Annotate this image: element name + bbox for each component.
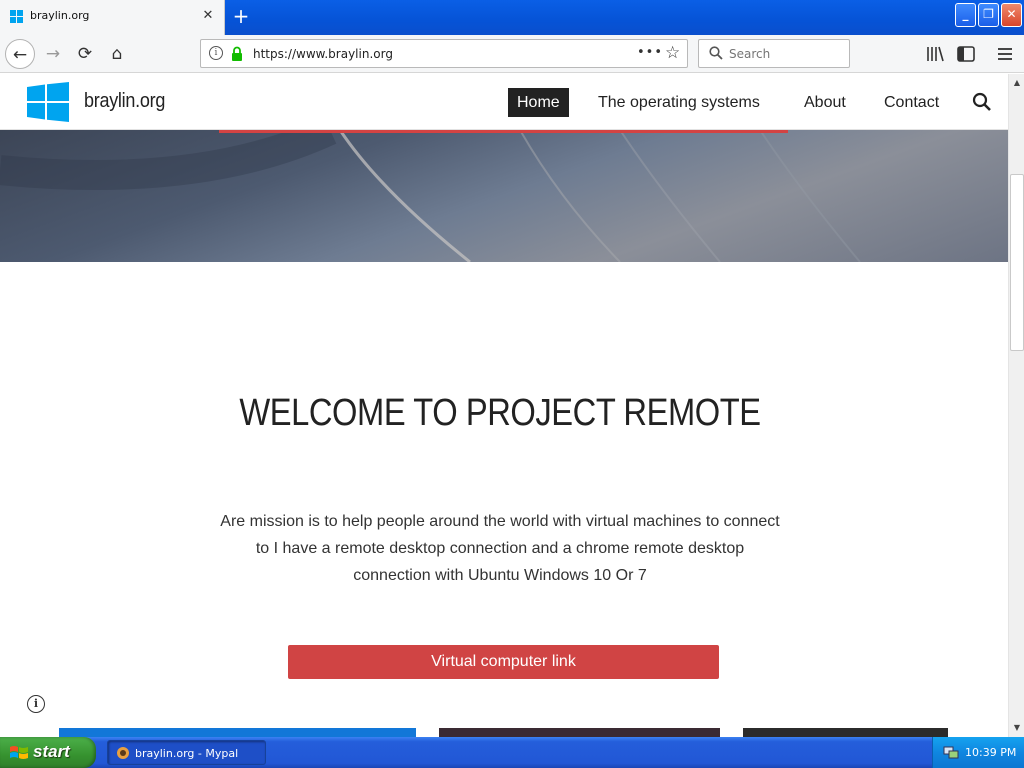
back-button[interactable]: ←: [5, 39, 35, 69]
library-icon[interactable]: [924, 43, 946, 65]
hero-dune-image: [0, 130, 861, 262]
vertical-scrollbar[interactable]: ▲ ▼: [1008, 74, 1024, 737]
tab-braylin[interactable]: braylin.org ✕: [0, 0, 225, 35]
windows-flag-icon: [10, 746, 28, 759]
search-icon: [709, 46, 723, 60]
nav-about[interactable]: About: [795, 88, 855, 117]
nav-operating-systems[interactable]: The operating systems: [589, 88, 769, 117]
taskbar: start braylin.org - Mypal 10:39 PM: [0, 737, 1024, 768]
start-label: start: [33, 742, 70, 761]
hamburger-menu-icon[interactable]: [994, 43, 1016, 65]
bookmark-star-icon[interactable]: ☆: [665, 43, 680, 63]
site-header: braylin.org Home The operating systems A…: [0, 74, 1008, 130]
restore-button[interactable]: ❐: [978, 3, 999, 27]
site-brand[interactable]: braylin.org: [84, 90, 165, 113]
thumbnail-ubuntu[interactable]: [439, 728, 720, 737]
mypal-browser-icon: [117, 747, 129, 759]
tab-close-icon[interactable]: ✕: [199, 7, 217, 25]
window-close-button[interactable]: ✕: [1001, 3, 1022, 27]
taskbar-item-mypal[interactable]: braylin.org - Mypal: [107, 740, 266, 765]
taskbar-item-label: braylin.org - Mypal: [135, 747, 239, 760]
home-button[interactable]: ⌂: [102, 39, 132, 69]
site-info-icon[interactable]: i: [209, 46, 223, 60]
network-icon[interactable]: [943, 745, 959, 760]
system-tray: 10:39 PM: [932, 737, 1024, 768]
search-box[interactable]: [698, 39, 850, 68]
nav-contact[interactable]: Contact: [875, 88, 948, 117]
url-text[interactable]: https://www.braylin.org: [253, 47, 393, 61]
virtual-computer-link-button[interactable]: Virtual computer link: [288, 645, 719, 679]
page-actions-icon[interactable]: •••: [637, 45, 663, 60]
clock[interactable]: 10:39 PM: [965, 746, 1016, 759]
scrollbar-thumb[interactable]: [1010, 174, 1024, 351]
scroll-up-icon[interactable]: ▲: [1011, 76, 1023, 90]
hero-banner: [0, 130, 1008, 262]
url-bar[interactable]: i https://www.braylin.org ••• ☆: [200, 39, 688, 68]
site-search-icon[interactable]: [972, 92, 992, 112]
header-accent-bar: [219, 130, 788, 133]
thumbnail-windows[interactable]: [59, 728, 416, 737]
scroll-down-icon[interactable]: ▼: [1011, 721, 1023, 735]
page-heading: WELCOME TO PROJECT REMOTE: [239, 392, 761, 434]
minimize-button[interactable]: _: [955, 3, 976, 27]
tab-title: braylin.org: [30, 9, 90, 22]
new-tab-button[interactable]: +: [229, 5, 253, 29]
windows-logo-icon[interactable]: [27, 82, 69, 122]
tab-strip: braylin.org ✕ + _ ❐ ✕: [0, 0, 1024, 35]
reload-button[interactable]: ⟳: [70, 39, 100, 69]
mission-text: Are mission is to help people around the…: [220, 513, 780, 584]
windows-logo-icon: [10, 10, 23, 23]
web-page: braylin.org Home The operating systems A…: [0, 74, 1008, 737]
lock-icon: [232, 46, 242, 61]
sidebar-toggle-icon[interactable]: [955, 43, 977, 65]
thumbnail-desktop[interactable]: [743, 728, 948, 737]
info-icon[interactable]: i: [27, 695, 45, 713]
search-input[interactable]: [729, 45, 844, 63]
navigation-toolbar: ← → ⟳ ⌂ i https://www.braylin.org ••• ☆: [0, 35, 1024, 73]
nav-home[interactable]: Home: [508, 88, 569, 117]
forward-button[interactable]: →: [38, 39, 68, 69]
start-button[interactable]: start: [0, 737, 96, 768]
